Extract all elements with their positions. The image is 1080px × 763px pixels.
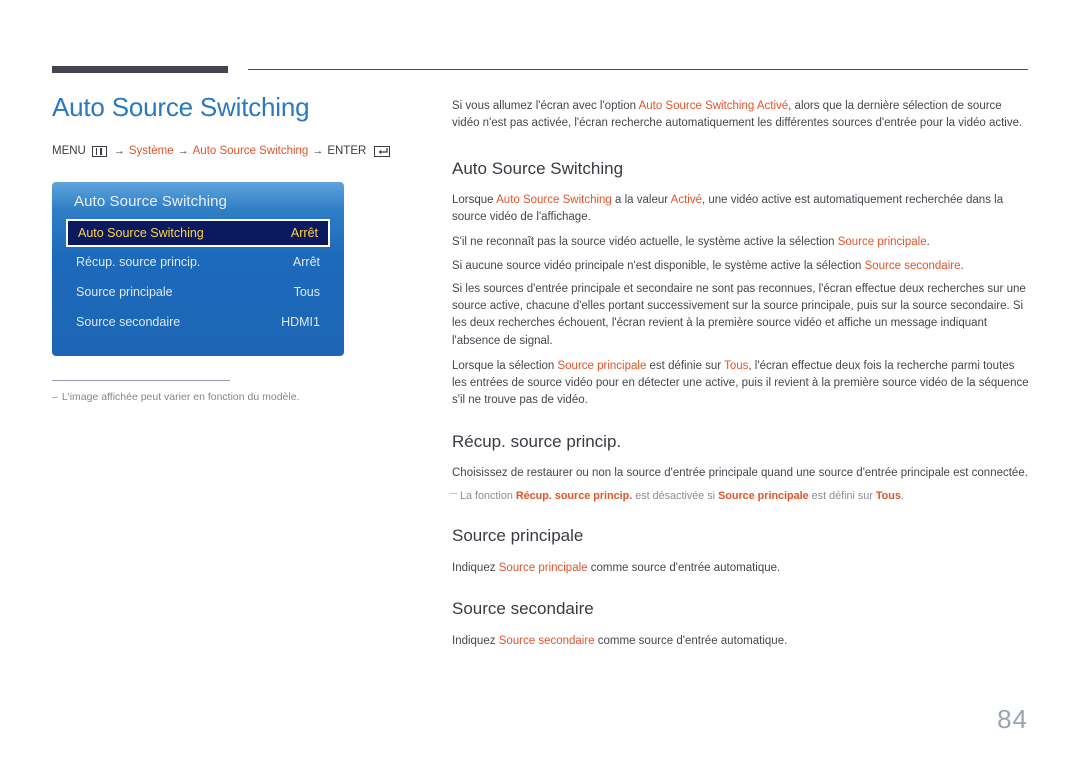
breadcrumb-enter-label: ENTER bbox=[327, 145, 367, 158]
breadcrumb-item-auto-source-switching[interactable]: Auto Source Switching bbox=[193, 145, 309, 157]
breadcrumb-item-systeme[interactable]: Système bbox=[129, 145, 174, 157]
s3-p1-a: Indiquez bbox=[452, 561, 499, 574]
osd-row-value: Arrêt bbox=[290, 226, 318, 240]
s1-p2-accent-1: Source principale bbox=[837, 236, 927, 249]
footnote-dash: – bbox=[52, 391, 58, 403]
section-heading-auto-source-switching: Auto Source Switching bbox=[452, 158, 624, 178]
breadcrumb-arrow-3: → bbox=[312, 145, 324, 158]
osd-menu-list: Auto Source Switching Arrêt Récup. sourc… bbox=[52, 219, 344, 337]
s1-p3-a: Si aucune source vidéo principale n'est … bbox=[452, 259, 865, 272]
intro-paragraph: Si vous allumez l'écran avec l'option Au… bbox=[452, 98, 1030, 133]
s1-p3-b: . bbox=[960, 259, 964, 272]
section1-paragraph-4: Si les sources d'entrée principale et se… bbox=[452, 282, 1026, 347]
s3-p1-accent-1: Source principale bbox=[498, 561, 588, 574]
section1-paragraph-5: Lorsque la sélection Source principale e… bbox=[452, 358, 1030, 410]
section4-paragraph-1: Indiquez Source secondaire comme source … bbox=[452, 633, 1030, 650]
breadcrumb-arrow-2: → bbox=[177, 145, 189, 158]
osd-row-value: HDMI1 bbox=[281, 315, 320, 329]
left-footnote: – L'image affichée peut varier en fonctio… bbox=[52, 380, 382, 405]
section2-note: ─ La fonction Récup. source princip. est … bbox=[450, 488, 1030, 504]
s1-p2-a: S'il ne reconnaît pas la source vidéo ac… bbox=[452, 236, 838, 249]
s4-p1-accent-1: Source secondaire bbox=[498, 634, 595, 647]
s4-p1-b: comme source d'entrée automatique. bbox=[594, 634, 788, 647]
s2-note-accent-1: Récup. source princip. bbox=[515, 490, 633, 503]
s2-note-b: est désactivée si bbox=[632, 490, 719, 503]
section-heading-recup-source-princip: Récup. source princip. bbox=[452, 431, 622, 451]
footnote-body: L'image affichée peut varier en fonction… bbox=[61, 391, 300, 403]
note-dash-icon: ─ bbox=[450, 488, 458, 501]
header-rules bbox=[0, 0, 1080, 80]
s4-p1-a: Indiquez bbox=[452, 634, 499, 647]
section1-paragraph-3: Si aucune source vidéo principale n'est … bbox=[452, 258, 1030, 275]
s1-p1-b: a la valeur bbox=[611, 193, 671, 206]
section2-paragraph-1: Choisissez de restaurer ou non la source… bbox=[452, 467, 1028, 480]
s2-note-accent-2: Source principale bbox=[718, 490, 809, 503]
osd-row-label: Auto Source Switching bbox=[78, 226, 204, 240]
section3-paragraph-1: Indiquez Source principale comme source … bbox=[452, 560, 1030, 577]
section1-paragraph-2: S'il ne reconnaît pas la source vidéo ac… bbox=[452, 234, 1030, 251]
s1-p2-b: . bbox=[926, 236, 930, 249]
osd-row-source-secondaire[interactable]: Source secondaire HDMI1 bbox=[66, 307, 330, 337]
osd-row-recup-source-princip[interactable]: Récup. source princip. Arrêt bbox=[66, 247, 330, 277]
osd-row-label: Source secondaire bbox=[76, 315, 181, 329]
osd-row-source-principale[interactable]: Source principale Tous bbox=[66, 277, 330, 307]
intro-text-a: Si vous allumez l'écran avec l'option bbox=[452, 100, 639, 112]
enter-return-icon bbox=[374, 145, 391, 157]
s1-p1-a: Lorsque bbox=[452, 193, 497, 206]
header-rule-thin bbox=[248, 69, 1028, 70]
header-rule-thick bbox=[52, 66, 228, 73]
intro-accent-1: Auto Source Switching Activé bbox=[638, 100, 789, 112]
s1-p5-b: est définie sur bbox=[646, 359, 725, 372]
s2-note-a: La fonction bbox=[460, 490, 516, 503]
footnote-text: – L'image affichée peut varier en fonctio… bbox=[52, 390, 382, 405]
osd-menu-panel: Auto Source Switching Auto Source Switch… bbox=[52, 182, 344, 356]
s2-note-d: . bbox=[900, 490, 904, 503]
breadcrumb-arrow-1: → bbox=[113, 145, 125, 158]
osd-row-auto-source-switching[interactable]: Auto Source Switching Arrêt bbox=[66, 219, 330, 247]
osd-row-value: Arrêt bbox=[292, 255, 320, 269]
footnote-divider bbox=[52, 380, 230, 381]
osd-row-label: Source principale bbox=[76, 285, 173, 299]
right-column: Si vous allumez l'écran avec l'option Au… bbox=[450, 98, 1030, 658]
breadcrumb: MENU → Système → Auto Source Switching →… bbox=[52, 145, 402, 157]
s1-p3-accent-1: Source secondaire bbox=[864, 259, 961, 272]
section-heading-source-principale: Source principale bbox=[452, 526, 584, 546]
s1-p5-accent-2: Tous bbox=[724, 359, 749, 372]
s1-p5-a: Lorsque la sélection bbox=[452, 359, 558, 372]
s1-p1-accent-1: Auto Source Switching bbox=[496, 193, 612, 206]
osd-panel-title: Auto Source Switching bbox=[74, 193, 228, 210]
page-number: 84 bbox=[997, 704, 1028, 734]
osd-row-label: Récup. source princip. bbox=[76, 255, 201, 269]
s1-p5-accent-1: Source principale bbox=[557, 359, 647, 372]
s3-p1-b: comme source d'entrée automatique. bbox=[587, 561, 781, 574]
menu-bars-icon bbox=[91, 145, 107, 157]
section-heading-source-secondaire: Source secondaire bbox=[452, 599, 594, 619]
left-column: Auto Source Switching MENU → Système → A… bbox=[52, 92, 402, 157]
osd-row-value: Tous bbox=[293, 285, 320, 299]
breadcrumb-menu-label: MENU bbox=[52, 145, 86, 158]
s1-p1-accent-2: Activé bbox=[670, 193, 702, 206]
page-title: Auto Source Switching bbox=[52, 92, 310, 122]
section1-paragraph-1: Lorsque Auto Source Switching a la valeu… bbox=[452, 192, 1030, 227]
s2-note-c: est défini sur bbox=[808, 490, 876, 503]
s2-note-accent-3: Tous bbox=[875, 490, 901, 503]
